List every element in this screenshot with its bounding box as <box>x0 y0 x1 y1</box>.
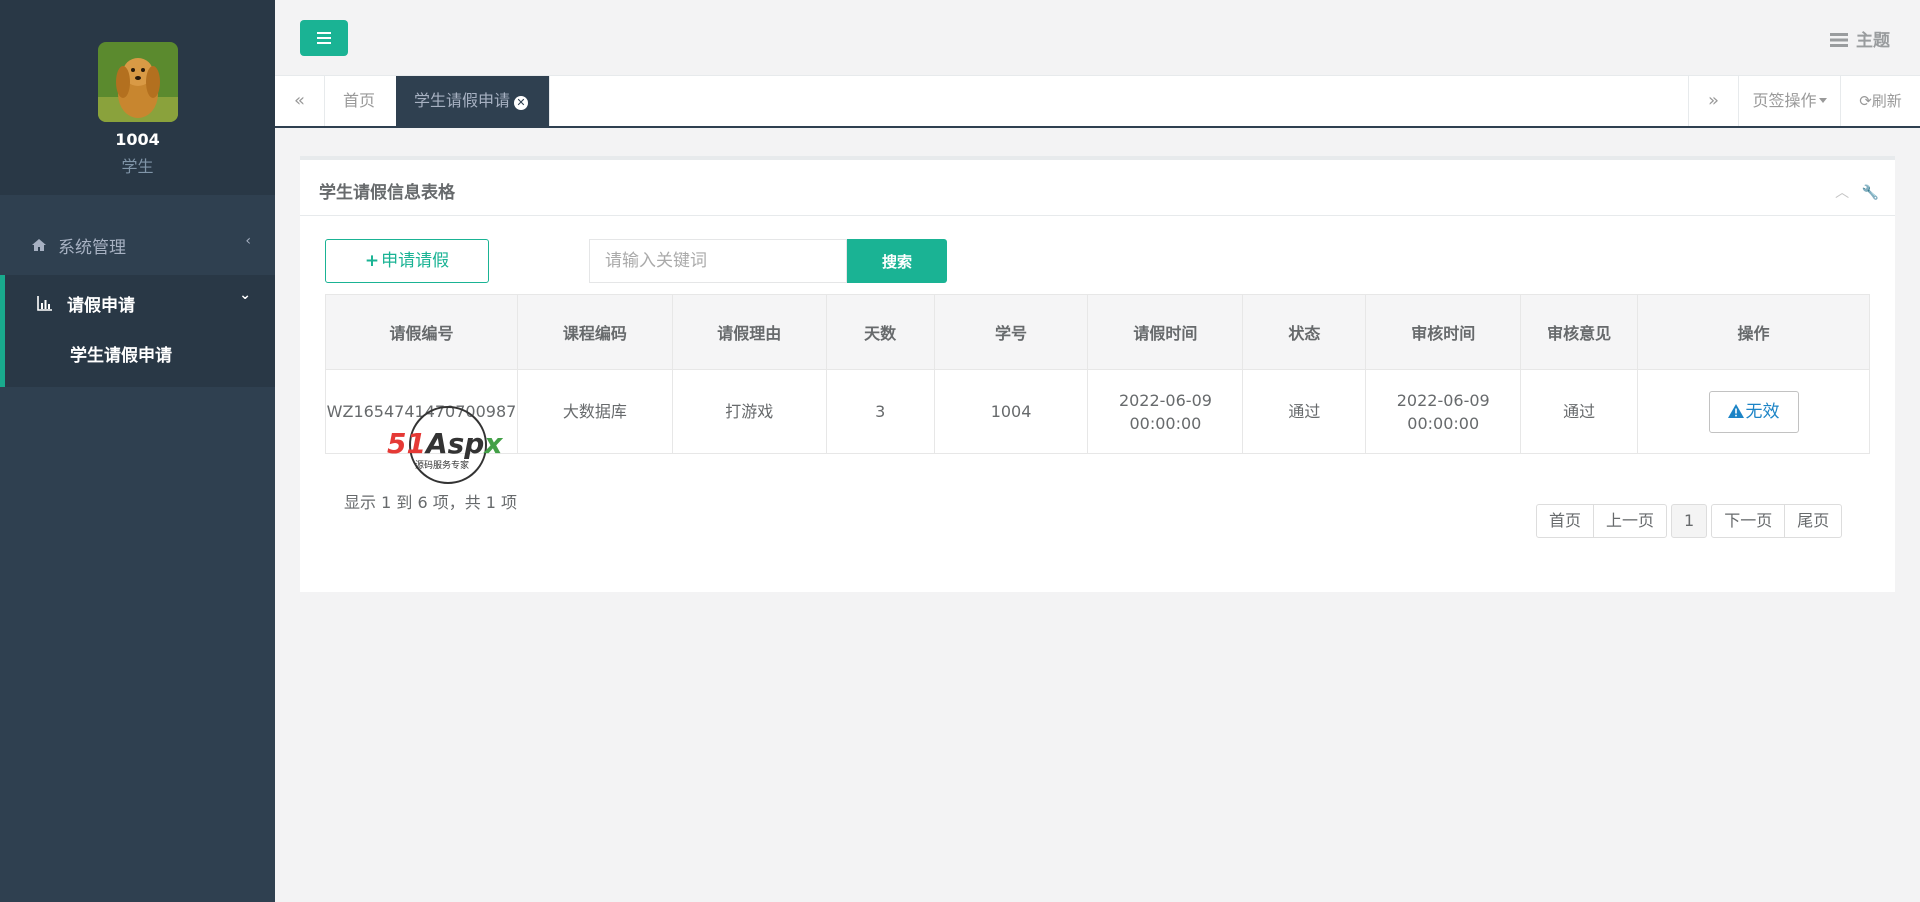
profile-role: 学生 <box>121 157 154 176</box>
column-header[interactable]: 天数 <box>825 294 935 370</box>
sidebar-subitem-student-leave[interactable]: 学生请假申请 <box>0 331 275 387</box>
watermark-brand: 51Aspx <box>387 427 503 460</box>
refresh-button[interactable]: ⟳刷新 <box>1840 76 1920 126</box>
bar-chart-icon <box>37 296 52 311</box>
warning-icon <box>1727 403 1744 418</box>
theme-label: 主题 <box>1856 31 1890 51</box>
theme-button[interactable]: 主题 <box>1830 26 1890 51</box>
home-icon <box>32 239 46 251</box>
page-prev-button[interactable]: 上一页 <box>1593 504 1668 538</box>
tab-scroll-left-button[interactable]: « <box>275 76 325 126</box>
panel-title: 学生请假信息表格 <box>319 183 455 203</box>
theme-icon <box>1830 33 1848 47</box>
page-last-button[interactable]: 尾页 <box>1784 504 1843 538</box>
sidebar-subitem-label: 学生请假申请 <box>70 346 172 366</box>
tab-operations-label: 页签操作 <box>1752 91 1817 110</box>
cell-opinion: 通过 <box>1520 369 1639 454</box>
tab-label: 学生请假申请 <box>414 91 511 110</box>
panel-header: 学生请假信息表格 ︿ 🔧 <box>300 160 1895 216</box>
column-header[interactable]: 请假理由 <box>671 294 827 370</box>
search-button[interactable]: 搜索 <box>847 239 947 283</box>
column-header[interactable]: 学号 <box>933 294 1089 370</box>
column-header[interactable]: 操作 <box>1637 294 1870 370</box>
cell-review-time: 2022-06-09 00:00:00 <box>1365 369 1522 454</box>
apply-leave-button[interactable]: + 申请请假 <box>325 239 489 283</box>
table-header-row: 请假编号 课程编码 请假理由 天数 学号 请假时间 状态 审核时间 审核意见 操… <box>325 294 1870 370</box>
sidebar-item-leave[interactable]: 请假申请 ⌄ <box>0 275 275 331</box>
pagination-info: 显示 1 到 6 项，共 1 项 <box>344 493 518 512</box>
column-header[interactable]: 审核意见 <box>1520 294 1639 370</box>
tabs-bar: « 首页 学生请假申请 ✕ » 页签操作 ⟳刷新 <box>275 76 1920 128</box>
caret-down-icon <box>1818 98 1827 103</box>
leave-time: 00:00:00 <box>1129 413 1202 433</box>
page-current-button[interactable]: 1 <box>1671 504 1708 538</box>
double-chevron-right-icon: » <box>1707 90 1719 111</box>
profile-name: 1004 <box>115 130 160 149</box>
cell-student-id: 1004 <box>933 369 1089 454</box>
chevron-down-icon: ⌄ <box>239 287 251 303</box>
close-icon[interactable]: ✕ <box>514 96 529 110</box>
leave-panel: 学生请假信息表格 ︿ 🔧 +申请请假 搜索 请假编号 课程编码 请假理由 天数 … <box>300 156 1895 592</box>
column-header[interactable]: 课程编码 <box>516 294 673 370</box>
leave-table: 请假编号 课程编码 请假理由 天数 学号 请假时间 状态 审核时间 审核意见 操… <box>325 294 1870 454</box>
column-header[interactable]: 审核时间 <box>1365 294 1522 370</box>
tab-operations-dropdown[interactable]: 页签操作 <box>1738 76 1840 126</box>
watermark-logo: 51Aspx 源码服务专家 <box>387 406 503 484</box>
hamburger-icon <box>317 32 331 44</box>
plus-icon: + <box>364 251 380 271</box>
wrench-icon[interactable]: 🔧 <box>1862 185 1879 201</box>
watermark-tagline: 源码服务专家 <box>415 459 469 471</box>
panel-tools: ︿ 🔧 <box>1827 182 1879 202</box>
double-chevron-left-icon: « <box>293 90 305 111</box>
page-first-button[interactable]: 首页 <box>1536 504 1595 538</box>
page-next-button[interactable]: 下一页 <box>1711 504 1786 538</box>
table-row: WZ1654741470700987 大数据库 打游戏 3 1004 2022-… <box>325 369 1870 454</box>
refresh-icon: ⟳ <box>1859 92 1872 110</box>
column-header[interactable]: 请假编号 <box>325 294 518 370</box>
cell-leave-time: 2022-06-09 00:00:00 <box>1087 369 1244 454</box>
invalid-label: 无效 <box>1745 401 1780 422</box>
invalid-button[interactable]: 无效 <box>1708 390 1799 433</box>
sidebar-item-label: 请假申请 <box>67 296 135 316</box>
tab-student-leave[interactable]: 学生请假申请 ✕ <box>396 76 550 126</box>
cell-status: 通过 <box>1242 369 1367 454</box>
sidebar-item-system[interactable]: 系统管理 ‹ <box>0 217 275 273</box>
search-input[interactable] <box>589 239 847 283</box>
sidebar-item-label: 系统管理 <box>58 238 126 258</box>
apply-leave-label: 申请请假 <box>381 251 450 271</box>
cell-course: 大数据库 <box>516 369 673 454</box>
tab-scroll-right-button[interactable]: » <box>1688 76 1738 126</box>
cell-reason: 打游戏 <box>671 369 827 454</box>
column-header[interactable]: 请假时间 <box>1087 294 1244 370</box>
chevron-up-icon[interactable]: ︿ <box>1835 185 1849 201</box>
sidebar: 1004 学生 系统管理 ‹ 请假申请 ⌄ 学生请假申请 <box>0 0 275 902</box>
tab-home[interactable]: 首页 <box>325 76 398 126</box>
refresh-label: 刷新 <box>1871 92 1902 110</box>
menu-toggle-button[interactable] <box>300 20 348 56</box>
avatar-dog-image <box>98 42 178 122</box>
profile-panel: 1004 学生 <box>0 0 275 195</box>
pagination: 首页 上一页 1 下一页 尾页 <box>1536 504 1843 538</box>
column-header[interactable]: 状态 <box>1242 294 1367 370</box>
cell-days: 3 <box>825 369 935 454</box>
review-date: 2022-06-09 <box>1396 390 1490 410</box>
avatar[interactable] <box>98 42 178 122</box>
top-bar: 主题 <box>275 0 1920 76</box>
leave-date: 2022-06-09 <box>1118 390 1212 410</box>
review-time: 00:00:00 <box>1407 413 1480 433</box>
cell-action: 无效 <box>1637 369 1870 454</box>
chevron-left-icon: ‹ <box>245 233 251 249</box>
